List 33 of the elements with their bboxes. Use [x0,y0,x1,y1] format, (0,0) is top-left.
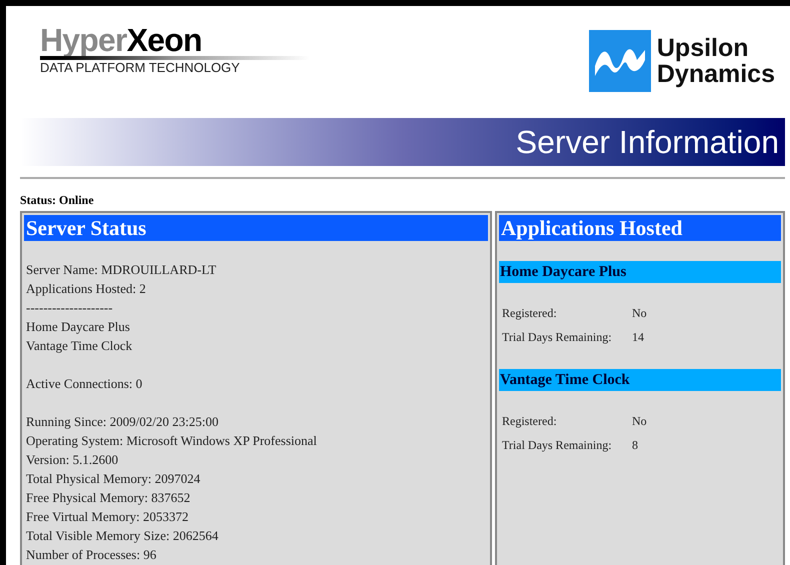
logo-wordmark: HyperXeon [40,24,203,56]
info-line: Free Physical Memory: 837652 [26,489,190,507]
wave-logo-icon [588,30,651,92]
panel-header: Server Status [24,215,488,241]
field-label: Trial Days Remaining: [502,437,613,454]
info-line: Free Virtual Memory: 2053372 [26,508,189,526]
info-line: Operating System: Microsoft Windows XP Professional [26,432,317,450]
app-header: Vantage Time Clock [499,369,781,391]
field-label: Registered: [502,305,558,322]
info-line: Total Visible Memory Size: 2062564 [26,527,218,545]
field-value: No [632,413,648,430]
field-label: Registered: [502,413,558,430]
info-line: Server Name: MDROUILLARD-LT [26,261,216,279]
info-line: Number of Processes: 96 [26,546,156,564]
info-line: Active Connections: 0 [26,375,142,393]
info-line: Total Physical Memory: 2097024 [26,470,200,488]
field-label: Trial Days Remaining: [502,329,613,346]
status-text: Status: Online [20,193,95,207]
info-line: Running Since: 2009/02/20 23:25:00 [26,413,218,431]
logo-tagline: DATA PLATFORM TECHNOLOGY [40,60,241,75]
logo-text: Upsilon [656,35,750,61]
logo-text: Dynamics [656,61,775,87]
field-value: No [632,305,648,322]
field-value: 14 [632,329,645,346]
info-line: -------------------- [26,299,113,317]
banner-title: Server Information [516,123,779,162]
panel-header: Applications Hosted [499,215,781,241]
info-line: Version: 5.1.2600 [26,451,118,469]
info-line: Home Daycare Plus [26,318,130,336]
app-header: Home Daycare Plus [499,261,781,283]
info-line: Applications Hosted: 2 [26,280,146,298]
field-value: 8 [632,437,639,454]
info-line: Vantage Time Clock [26,337,132,355]
